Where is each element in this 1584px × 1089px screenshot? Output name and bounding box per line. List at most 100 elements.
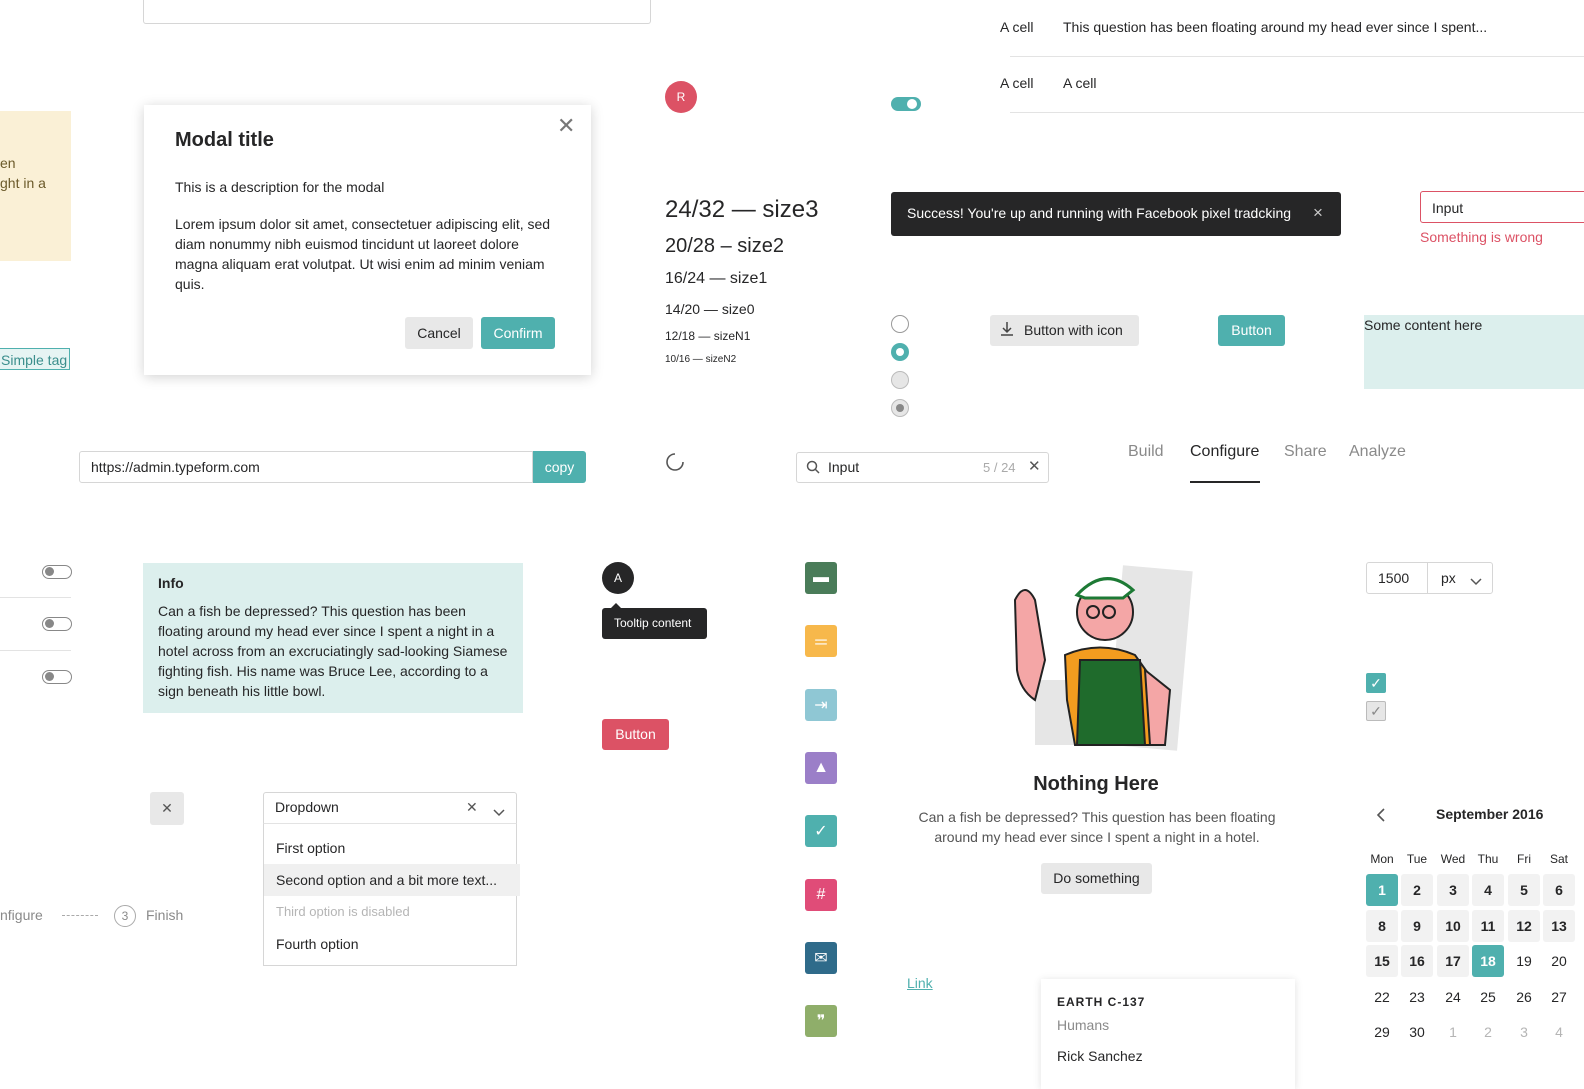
empty-input[interactable]	[143, 0, 651, 24]
clear-icon[interactable]: ✕	[466, 799, 478, 816]
link[interactable]: Link	[907, 975, 933, 991]
stepper-step-label: Finish	[146, 907, 184, 923]
calendar-day[interactable]: 6	[1543, 874, 1575, 906]
tab-share[interactable]: Share	[1284, 443, 1327, 461]
calendar-day[interactable]: 29	[1366, 1016, 1398, 1048]
tab-configure[interactable]: Configure	[1190, 443, 1259, 461]
tab-build[interactable]: Build	[1128, 443, 1164, 461]
tooltip: Tooltip content	[602, 603, 707, 639]
unit-number-input[interactable]: 1500	[1366, 562, 1428, 594]
avatar[interactable]: A	[602, 562, 634, 594]
number-icon: #	[805, 879, 837, 911]
calendar-day[interactable]: 27	[1543, 981, 1575, 1013]
calendar-day-selected[interactable]: 18	[1472, 945, 1504, 977]
calendar-day[interactable]: 11	[1472, 910, 1504, 942]
calendar-day[interactable]: 13	[1543, 910, 1575, 942]
type-size-2: 20/28 – size2	[665, 235, 784, 257]
simple-tag: Simple tag	[0, 348, 70, 370]
card-sub: Humans	[1057, 1017, 1110, 1033]
char-counter: 5 / 24	[983, 460, 1016, 475]
info-title: Info	[158, 575, 184, 591]
table-row: A cell A cell	[1000, 56, 1584, 113]
toggle-on[interactable]	[891, 97, 921, 111]
calendar-day[interactable]: 4	[1472, 874, 1504, 906]
calendar-day[interactable]: 22	[1366, 981, 1398, 1013]
content-box-text: Some content here	[1364, 317, 1483, 333]
calendar-day[interactable]: 5	[1508, 874, 1540, 906]
button-with-icon[interactable]: Button with icon	[990, 315, 1139, 346]
close-icon[interactable]: ×	[1313, 203, 1323, 223]
short-text-icon: ＝	[805, 625, 837, 657]
jump-icon: ⇥	[805, 689, 837, 721]
note-line: ght in a	[0, 175, 46, 191]
url-input-value: https://admin.typeform.com	[91, 459, 260, 475]
calendar-day[interactable]: 15	[1366, 945, 1398, 977]
table-row: A cell This question has been floating a…	[1000, 0, 1584, 57]
calendar-day[interactable]: 24	[1437, 981, 1469, 1013]
calendar-day[interactable]: 16	[1401, 945, 1433, 977]
clear-icon[interactable]: ✕	[1028, 457, 1041, 475]
chevron-down-icon[interactable]	[493, 804, 505, 822]
calendar-day[interactable]: 12	[1508, 910, 1540, 942]
picture-icon: ▲	[805, 752, 837, 784]
calendar-day[interactable]: 19	[1508, 945, 1540, 977]
type-size-n2: 10/16 — sizeN2	[665, 354, 737, 365]
calendar-day[interactable]: 3	[1437, 874, 1469, 906]
calendar-day[interactable]: 26	[1508, 981, 1540, 1013]
tooltip-text: Tooltip content	[614, 616, 692, 630]
search-input[interactable]: Input 5 / 24 ✕	[796, 452, 1049, 483]
error-input[interactable]: Input	[1420, 191, 1584, 223]
calendar-day[interactable]: 20	[1543, 945, 1575, 977]
calendar-day[interactable]: 30	[1401, 1016, 1433, 1048]
dropdown-option[interactable]: First option	[264, 832, 520, 864]
radio-disabled-selected	[891, 399, 909, 417]
danger-button[interactable]: Button	[602, 719, 669, 750]
calendar-day-selected[interactable]: 1	[1366, 874, 1398, 906]
primary-button[interactable]: Button	[1218, 315, 1285, 346]
calendar-day[interactable]: 17	[1437, 945, 1469, 977]
empty-state-title: Nothing Here	[1033, 773, 1159, 795]
calendar-day[interactable]: 8	[1366, 910, 1398, 942]
toggle-off[interactable]	[42, 670, 72, 684]
dropdown[interactable]: Dropdown ✕	[263, 792, 517, 824]
avatar-initial: R	[676, 90, 686, 104]
toggle-off[interactable]	[42, 565, 72, 579]
modal-description: This is a description for the modal	[175, 179, 385, 195]
dropdown-option[interactable]: Second option and a bit more text...	[264, 864, 520, 896]
radio-empty[interactable]	[891, 315, 909, 333]
close-button[interactable]: ✕	[150, 792, 184, 825]
stepper-number-text: 3	[121, 909, 129, 923]
calendar-day[interactable]: 10	[1437, 910, 1469, 942]
search-input-value: Input	[828, 459, 860, 475]
card-name: Rick Sanchez	[1057, 1048, 1143, 1064]
calendar-day[interactable]: 23	[1401, 981, 1433, 1013]
dropdown-option[interactable]: Fourth option	[264, 928, 520, 960]
type-size-0: 14/20 — size0	[665, 301, 755, 317]
weekday: Sat	[1549, 852, 1568, 866]
chevron-left-icon[interactable]	[1376, 808, 1386, 827]
do-something-button[interactable]: Do something	[1041, 863, 1152, 894]
checkbox-disabled-checked: ✓	[1366, 701, 1386, 721]
calendar-day[interactable]: 2	[1401, 874, 1433, 906]
unit-select-value: px	[1441, 570, 1456, 586]
radio-selected[interactable]	[891, 343, 909, 361]
weekday: Mon	[1370, 852, 1394, 866]
weekday: Fri	[1517, 852, 1531, 866]
close-icon[interactable]: ✕	[557, 113, 575, 139]
weekday: Wed	[1440, 852, 1466, 866]
copy-button[interactable]: copy	[533, 451, 586, 483]
radio-disabled	[891, 371, 909, 389]
info-body: Can a fish be depressed? This question h…	[158, 603, 508, 699]
toggle-off[interactable]	[42, 617, 72, 631]
calendar-day[interactable]: 25	[1472, 981, 1504, 1013]
checkbox-checked[interactable]: ✓	[1366, 673, 1386, 693]
unit-select[interactable]: px	[1427, 562, 1493, 594]
error-message: Something is wrong	[1420, 229, 1543, 245]
tab-analyze[interactable]: Analyze	[1349, 443, 1406, 461]
toast: Success! You're up and running with Face…	[891, 192, 1341, 236]
table-cell: A cell	[1000, 75, 1034, 91]
calendar-day[interactable]: 9	[1401, 910, 1433, 942]
url-input[interactable]: https://admin.typeform.com	[79, 451, 533, 483]
confirm-button[interactable]: Confirm	[481, 317, 555, 349]
cancel-button[interactable]: Cancel	[405, 317, 473, 349]
